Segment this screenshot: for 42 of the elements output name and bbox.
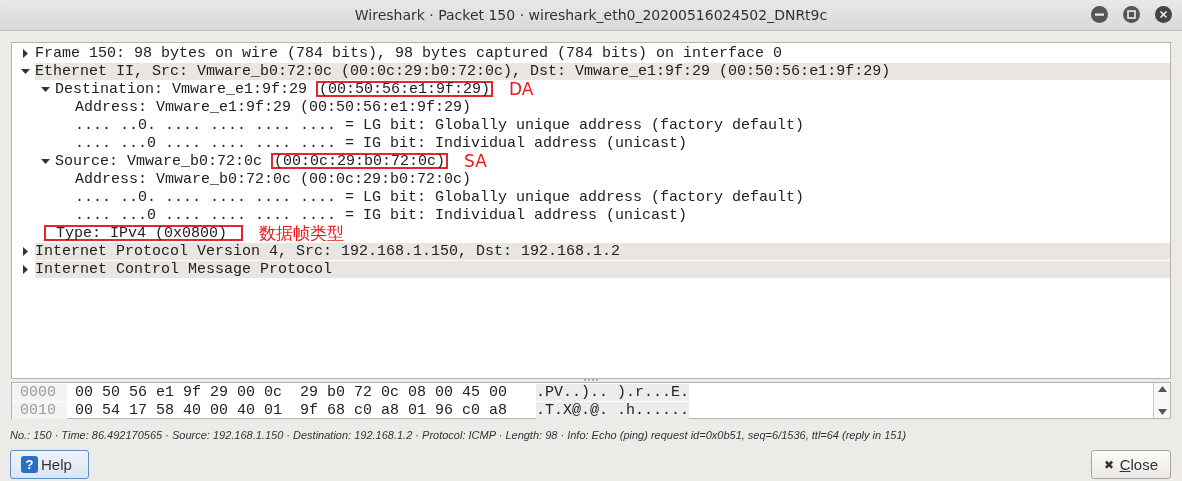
tree-row[interactable]: Internet Protocol Version 4, Src: 192.168.1.150, Dst: 192.168.1.2 [35, 242, 1170, 260]
caret-right-icon[interactable] [21, 264, 30, 274]
caret-down-icon[interactable] [41, 156, 50, 166]
tree-row[interactable]: Internet Control Message Protocol [35, 260, 1170, 278]
tree-row-text[interactable]: Source: Vmware_b0:72:0c [55, 152, 272, 170]
scroll-up-icon[interactable] [1157, 386, 1167, 392]
tree-row-text[interactable]: .... ..0. .... .... .... .... = LG bit: Globally unique address (factory default) [75, 188, 805, 206]
ascii-text: .T.X@.@. .h...... [536, 401, 690, 419]
hex-bytes: 00 50 56 e1 9f 29 00 0c 29 b0 72 0c 08 00 45 00 [75, 383, 508, 401]
maximize-icon[interactable] [1123, 6, 1140, 23]
close-button[interactable]: ✖ Close [1090, 450, 1171, 479]
minimize-icon[interactable] [1091, 6, 1108, 23]
help-icon: ? [21, 456, 38, 473]
tree-row-text[interactable]: Destination: Vmware_e1:9f:29 [55, 80, 317, 98]
hex-bytes: 00 54 17 58 40 00 40 01 9f 68 c0 a8 01 96 c0 a8 [75, 401, 508, 419]
offset-text: 0000 [12, 383, 67, 401]
caret-down-icon[interactable] [21, 66, 30, 76]
tree-row-text[interactable]: Address: Vmware_e1:9f:29 (00:50:56:e1:9f:29) [75, 98, 472, 116]
tree-row-text[interactable]: .... ...0 .... .... .... .... = IG bit: Individual address (unicast) [75, 206, 688, 224]
tree-row-text[interactable]: Frame 150: 98 bytes on wire (784 bits), 98 bytes captured (784 bits) on interface 0 [35, 44, 783, 62]
window-title: Wireshark · Packet 150 · wireshark_eth0_20200516024502_DNRt9c [354, 7, 828, 23]
close-icon[interactable] [1155, 6, 1172, 23]
tree-row[interactable]: Ethernet II, Src: Vmware_b0:72:0c (00:0c:29:b0:72:0c), Dst: Vmware_e1:9f:29 (00:50:56:e1:9f:29) [35, 62, 1170, 80]
annotation-label: 数据帧类型 [259, 221, 345, 245]
tree-row-text[interactable]: Address: Vmware_b0:72:0c (00:0c:29:b0:72:0c) [75, 170, 472, 188]
tree-row-text[interactable]: .... ..0. .... .... .... .... = LG bit: Globally unique address (factory default) [75, 116, 805, 134]
scroll-down-icon[interactable] [1157, 409, 1167, 415]
scrollbar[interactable] [1153, 383, 1170, 418]
annotation-label: DA [509, 79, 534, 99]
highlighted-value: Type: IPv4 (0x0800) [44, 225, 244, 241]
help-button[interactable]: ? Help [10, 450, 89, 479]
annotation-label: SA [464, 151, 487, 171]
offset-text: 0010 [12, 401, 67, 419]
caret-down-icon[interactable] [41, 84, 50, 94]
highlighted-value: (00:50:56:e1:9f:29) [316, 81, 494, 97]
caret-right-icon[interactable] [21, 246, 30, 256]
caret-right-icon[interactable] [21, 48, 30, 58]
tree-row-text[interactable]: .... ...0 .... .... .... .... = IG bit: Individual address (unicast) [75, 134, 688, 152]
packet-summary: No.: 150 · Time: 86.492170565 · Source: 192.168.1.150 · Destination: 192.168.1.2 · Protocol: ICMP · Length: 98 · Info: Echo (ping) request id=0x0b51, seq=6/1536, ttl=64 (reply in 151) [10, 429, 907, 441]
close-icon: ✖ [1103, 457, 1114, 472]
highlighted-value: (00:0c:29:b0:72:0c) [271, 153, 449, 169]
ascii-text: .PV..).. ).r...E. [536, 383, 690, 401]
